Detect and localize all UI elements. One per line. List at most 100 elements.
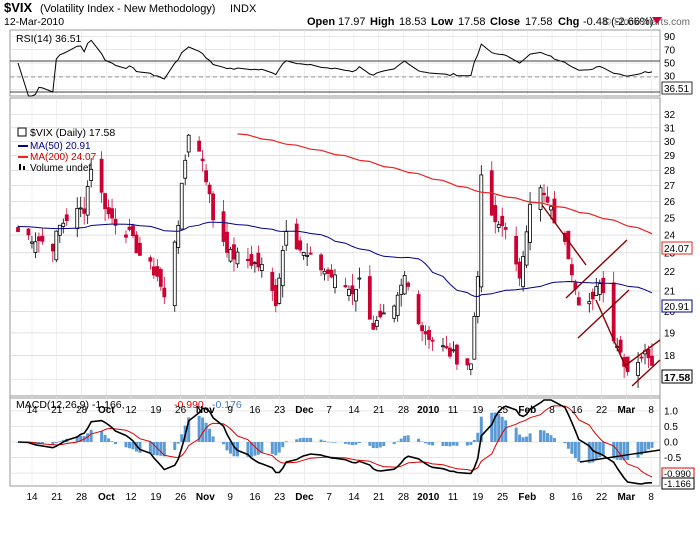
- macd-hist-bar: [326, 441, 330, 443]
- symbol-title: $VIX: [4, 0, 33, 15]
- candle-body: [155, 266, 160, 277]
- candle-body: [131, 225, 135, 237]
- candle-body: [521, 256, 526, 288]
- candle-body: [252, 262, 257, 265]
- macd-hist-bar: [650, 442, 654, 448]
- candle-body: [399, 284, 404, 295]
- candle-body: [545, 196, 550, 203]
- x-axis-label: Dec: [295, 405, 314, 416]
- x-axis-label: 23: [274, 405, 286, 416]
- candle-body: [601, 277, 606, 293]
- macd-tick-label: -0.5: [664, 453, 682, 464]
- x-axis-label: 25: [497, 405, 509, 416]
- macd-hist-bar: [298, 438, 302, 442]
- candle-body: [636, 362, 640, 376]
- symbol-name: (Volatility Index - New Methodology): [40, 3, 215, 15]
- candle-body: [354, 288, 358, 302]
- candle-body: [343, 285, 348, 288]
- candle-body: [256, 252, 261, 268]
- candle-body: [420, 325, 424, 332]
- macd-hist-bar: [110, 441, 114, 442]
- candle-body: [110, 208, 114, 219]
- candle-body: [538, 187, 543, 210]
- chg-label: Chg: [558, 16, 579, 28]
- candle-body: [200, 158, 205, 162]
- price-tick-label: 22: [664, 267, 676, 278]
- macd-hist-bar: [396, 441, 400, 442]
- macd-hist-bar: [612, 442, 616, 459]
- macd-hist-bar: [330, 442, 334, 443]
- macd-hist-bar: [504, 420, 508, 442]
- macd-tick-label: 1.0: [664, 406, 678, 417]
- price-tick-label: 29: [664, 151, 676, 162]
- candle-body: [16, 227, 20, 233]
- chg-value: -0.48 (-2.66%): [583, 16, 653, 28]
- candle-body: [347, 288, 351, 296]
- candle-body: [294, 223, 299, 250]
- macd-hist-bar: [441, 442, 445, 446]
- candle-body: [308, 252, 313, 255]
- candle-body: [374, 320, 379, 327]
- candle-body: [594, 286, 599, 296]
- macd-hist-bar: [552, 437, 556, 442]
- candle-body: [549, 206, 553, 211]
- x-axis-label: Mar: [617, 405, 635, 416]
- x-axis-label: 12: [126, 405, 138, 416]
- ohlc-readout: Open 17.97 High 18.53 Low 17.58 Close 17…: [307, 16, 662, 28]
- open-value: 17.97: [338, 16, 366, 28]
- macd-hist-bar: [601, 442, 605, 456]
- x-axis-label: 21: [51, 405, 63, 416]
- macd-hist-bar: [392, 442, 396, 445]
- x-axis-label: 23: [274, 492, 286, 503]
- macd-hist-bar: [577, 442, 581, 462]
- macd-hist-bar: [382, 442, 386, 447]
- macd-tick-label: 0.5: [664, 422, 678, 433]
- macd-hist-bar: [58, 441, 62, 442]
- x-axis-label: Dec: [295, 492, 314, 503]
- x-axis-label: 22: [596, 492, 608, 503]
- price-tick-label: 32: [664, 110, 676, 121]
- macd-hist-bar: [549, 435, 553, 442]
- candle-body: [204, 170, 209, 183]
- candle-body: [64, 214, 69, 222]
- x-axis-label: 22: [596, 405, 608, 416]
- x-axis-label: 28: [76, 405, 88, 416]
- x-axis-label: Feb: [518, 405, 536, 416]
- candle-body: [211, 193, 215, 221]
- candle-body: [441, 345, 445, 348]
- x-axis-label: 9: [227, 492, 233, 503]
- candle-body: [235, 251, 240, 265]
- candle-body: [448, 347, 452, 357]
- macd-hist-bar: [573, 442, 577, 459]
- high-value: 18.53: [399, 16, 427, 28]
- rsi-tick-label: 50: [664, 59, 676, 70]
- candle-body: [270, 271, 275, 291]
- x-axis-label: 14: [26, 405, 38, 416]
- macd-hist-bar: [180, 434, 184, 442]
- candle-body: [301, 252, 306, 256]
- price-tick-label: 26: [664, 197, 676, 208]
- candle-body: [590, 291, 595, 300]
- x-axis-label: 21: [373, 405, 385, 416]
- macd-hist-bar: [107, 438, 111, 442]
- macd-hist-bar: [469, 442, 473, 445]
- macd-hist-bar: [127, 442, 131, 449]
- candle-body: [298, 240, 303, 251]
- macd-hist-bar: [225, 442, 229, 451]
- macd-hist-bar: [619, 442, 623, 461]
- candle-body: [179, 182, 184, 230]
- candle-body: [378, 310, 383, 318]
- macd-hist-bar: [424, 442, 428, 444]
- macd-hist-bar: [525, 436, 529, 442]
- macd-hist-bar: [403, 435, 407, 442]
- candle-body: [103, 193, 107, 210]
- ma50-value-label: 20.91: [664, 302, 689, 313]
- candle-body: [569, 264, 574, 276]
- candle-body: [221, 211, 226, 242]
- x-axis-label: 11: [448, 405, 459, 416]
- x-axis-label: 19: [472, 492, 484, 503]
- candle-body: [468, 363, 473, 370]
- macd-hist-bar: [323, 440, 327, 442]
- candle-body: [402, 275, 407, 295]
- candle-body: [61, 222, 66, 227]
